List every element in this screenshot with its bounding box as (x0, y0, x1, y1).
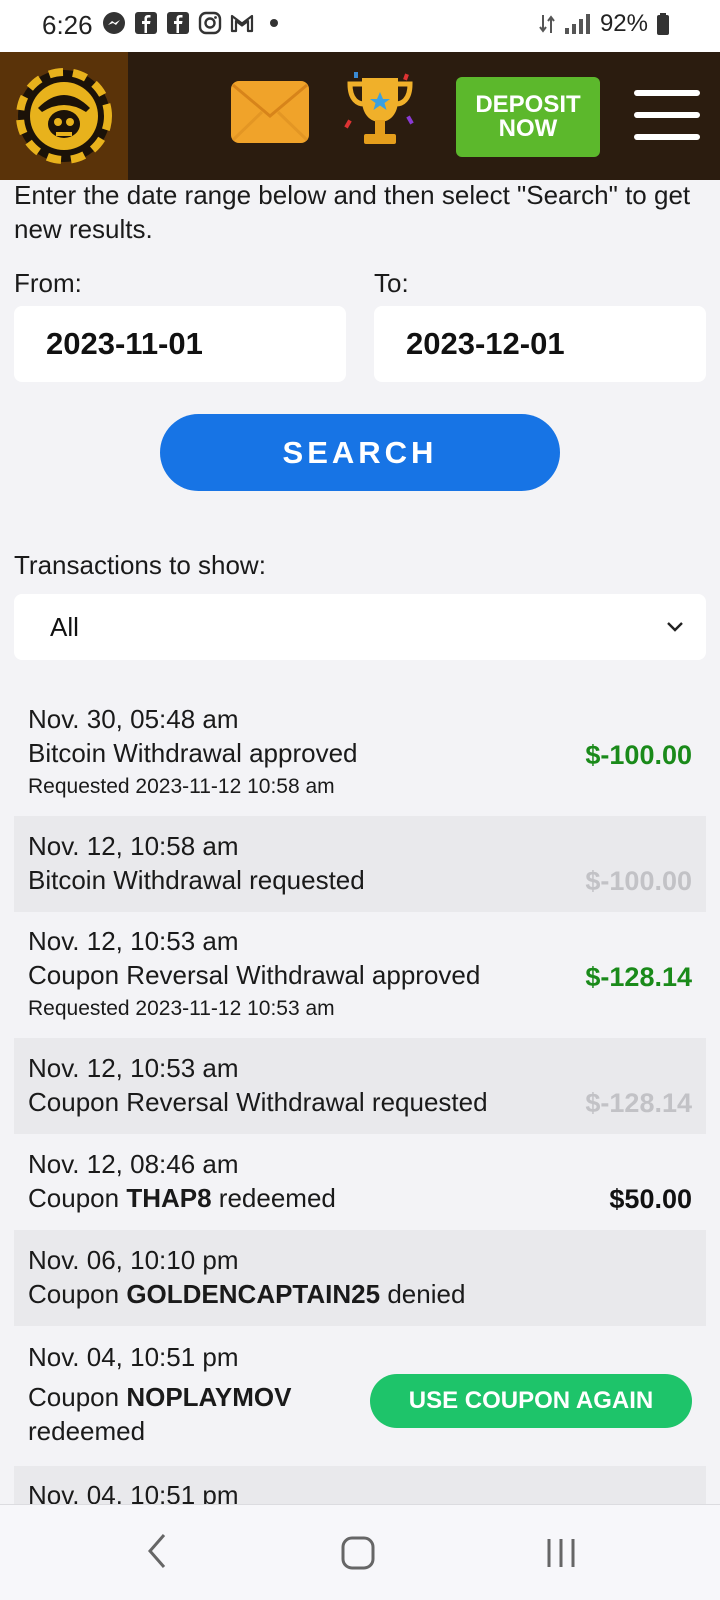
transaction-date: Nov. 12, 10:53 am (28, 926, 239, 956)
signal-icon (564, 14, 590, 34)
transaction-amount: $50.00 (609, 1184, 692, 1214)
coupon-prefix: Coupon (28, 1382, 120, 1412)
coupon-status: redeemed (218, 1183, 336, 1213)
trophy-icon[interactable] (340, 70, 420, 154)
system-navigation-bar (0, 1504, 720, 1600)
home-logo[interactable] (0, 52, 128, 180)
battery-icon (657, 13, 669, 35)
instagram-icon (198, 11, 222, 35)
battery-percent: 92% (599, 10, 648, 37)
transaction-amount: $-100.00 (585, 866, 692, 896)
transaction-description: Coupon NOPLAYMOV redeemed (28, 1380, 328, 1448)
transaction-date: Nov. 04, 10:51 pm (28, 1342, 239, 1372)
intro-text: Enter the date range below and then sele… (14, 180, 691, 244)
transaction-row: Nov. 04, 10:51 pm Coupon NOPLAYMOV redee… (14, 1326, 706, 1466)
coupon-code: THAP8 (126, 1183, 212, 1213)
to-date-input[interactable]: 2023-12-01 (374, 306, 706, 382)
deposit-label-line1: DEPOSIT (475, 91, 581, 118)
search-button[interactable]: SEARCH (160, 414, 560, 491)
system-indicators: 92% (538, 10, 670, 38)
transactions-type-select[interactable]: All (14, 594, 706, 660)
transaction-row: Nov. 12, 10:53 am Coupon Reversal Withdr… (14, 912, 706, 1038)
use-coupon-again-button[interactable]: USE COUPON AGAIN (370, 1374, 692, 1428)
transaction-date: Nov. 30, 05:48 am (28, 704, 239, 734)
transaction-date: Nov. 12, 08:46 am (28, 1149, 239, 1179)
messenger-icon (103, 12, 125, 34)
transaction-row: Nov. 12, 08:46 am Coupon THAP8 redeemed … (14, 1134, 706, 1230)
gmail-icon (230, 14, 254, 33)
menu-icon[interactable] (634, 90, 700, 140)
transaction-description: Bitcoin Withdrawal requested (28, 865, 365, 895)
coupon-code: NOPLAYMOV (126, 1382, 292, 1412)
coupon-prefix: Coupon (28, 1183, 120, 1213)
transaction-date: Nov. 12, 10:53 am (28, 1053, 239, 1083)
transaction-requested: Requested 2023-11-12 10:53 am (28, 997, 335, 1020)
transaction-row: Nov. 12, 10:53 am Coupon Reversal Withdr… (14, 1038, 706, 1134)
transaction-description: Coupon Reversal Withdrawal approved (28, 960, 481, 990)
transaction-row: Nov. 12, 10:58 am Bitcoin Withdrawal req… (14, 816, 706, 912)
transaction-row: Nov. 04, 10:51 pm (14, 1466, 706, 1504)
transaction-description: Coupon GOLDENCAPTAIN25 denied (28, 1279, 465, 1310)
from-date-input[interactable]: 2023-11-01 (14, 306, 346, 382)
chevron-down-icon (667, 622, 683, 632)
deposit-label-line2: NOW (498, 115, 558, 142)
mail-icon[interactable] (230, 80, 310, 144)
coupon-status: denied (387, 1279, 466, 1309)
facebook-icon (167, 12, 189, 34)
transaction-amount: $-128.14 (585, 1088, 692, 1118)
transaction-list: Nov. 30, 05:48 am Bitcoin Withdrawal app… (14, 696, 706, 1504)
pirate-chip-logo-icon (16, 68, 112, 164)
coupon-prefix: Coupon (28, 1279, 120, 1309)
from-label: From: (14, 268, 82, 298)
select-value: All (50, 612, 79, 642)
transaction-description: Bitcoin Withdrawal approved (28, 738, 358, 768)
transaction-description: Coupon Reversal Withdrawal requested (28, 1087, 488, 1117)
to-label: To: (374, 268, 409, 298)
app-header: DEPOSIT NOW (0, 52, 720, 180)
transactions-show-label: Transactions to show: (14, 550, 266, 580)
back-icon[interactable] (142, 1531, 172, 1571)
status-time: 6:26 (42, 10, 93, 40)
coupon-status: redeemed (28, 1416, 146, 1446)
transaction-date: Nov. 04, 10:51 pm (28, 1480, 239, 1504)
transaction-row: Nov. 06, 10:10 pm Coupon GOLDENCAPTAIN25… (14, 1230, 706, 1326)
coupon-code: GOLDENCAPTAIN25 (126, 1279, 381, 1309)
notification-icons (102, 11, 286, 35)
transaction-amount: $-100.00 (585, 740, 692, 770)
home-icon[interactable] (340, 1535, 376, 1571)
data-transfer-icon (539, 15, 555, 33)
transaction-date: Nov. 12, 10:58 am (28, 831, 239, 861)
recent-apps-icon[interactable] (544, 1537, 578, 1569)
deposit-now-button[interactable]: DEPOSIT NOW (456, 77, 600, 157)
transaction-row: Nov. 30, 05:48 am Bitcoin Withdrawal app… (14, 696, 706, 816)
transaction-date: Nov. 06, 10:10 pm (28, 1245, 239, 1275)
transaction-description: Coupon THAP8 redeemed (28, 1183, 336, 1214)
dot-icon (270, 19, 278, 27)
status-bar: 6:26 92% (0, 0, 720, 52)
facebook-icon (135, 12, 157, 34)
transaction-amount: $-128.14 (585, 962, 692, 992)
transaction-requested: Requested 2023-11-12 10:58 am (28, 775, 335, 798)
